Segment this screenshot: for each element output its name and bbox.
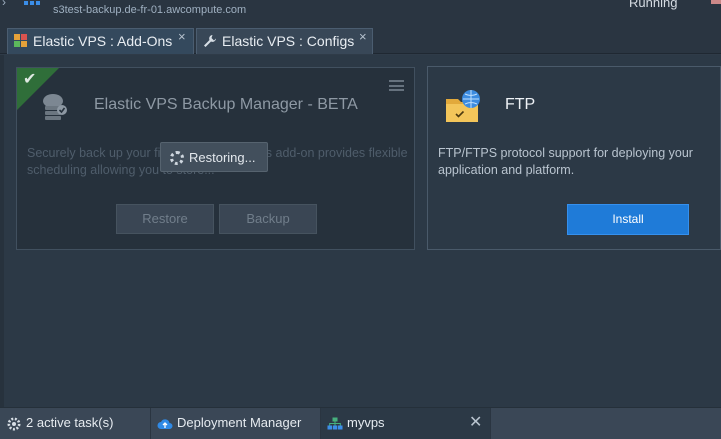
environment-header: › s3test-backup.de-fr-01.awcompute.com R… bbox=[0, 0, 721, 22]
close-environment-tab-icon[interactable]: ✕ bbox=[469, 408, 482, 438]
cloud-upload-icon bbox=[157, 419, 173, 429]
restoring-text: Restoring... bbox=[189, 150, 256, 165]
environment-myvps-tab[interactable]: myvps bbox=[321, 408, 491, 439]
tab-configs[interactable]: Elastic VPS : Configs × bbox=[196, 28, 373, 54]
tab-addons[interactable]: Elastic VPS : Add-Ons × bbox=[7, 28, 194, 54]
deployment-manager-button[interactable]: Deployment Manager bbox=[151, 408, 321, 439]
checkmark-icon: ✔ bbox=[23, 71, 37, 88]
environment-myvps-label: myvps bbox=[347, 415, 385, 430]
loading-spinner-icon bbox=[170, 151, 184, 165]
deployment-manager-label: Deployment Manager bbox=[177, 415, 302, 430]
install-ftp-button[interactable]: Install bbox=[567, 204, 689, 235]
backup-manager-title: Elastic VPS Backup Manager - BETA bbox=[94, 96, 358, 113]
tab-configs-label: Elastic VPS : Configs bbox=[222, 33, 355, 49]
gear-icon bbox=[7, 417, 21, 431]
active-tasks-label: 2 active task(s) bbox=[26, 415, 114, 430]
ftp-addon-card: FTP FTP/FTPS protocol support for deploy… bbox=[427, 66, 721, 250]
tab-configs-close-icon[interactable]: × bbox=[359, 25, 367, 49]
addons-icon bbox=[14, 34, 27, 47]
tab-addons-close-icon[interactable]: × bbox=[178, 25, 186, 49]
card-menu-icon[interactable] bbox=[389, 80, 404, 91]
ftp-description: FTP/FTPS protocol support for deploying … bbox=[438, 146, 693, 177]
bottom-taskbar: 2 active task(s) Deployment Manager myvp… bbox=[0, 407, 721, 439]
environment-topology-icon bbox=[327, 417, 343, 430]
environment-topology-icon bbox=[24, 0, 42, 7]
ftp-folder-globe-icon bbox=[446, 90, 480, 122]
tab-bar: Elastic VPS : Add-Ons × Elastic VPS : Co… bbox=[0, 22, 721, 54]
environment-status: Running bbox=[629, 0, 678, 10]
wrench-icon bbox=[204, 35, 216, 47]
ftp-title: FTP bbox=[505, 96, 536, 113]
restoring-overlay: Restoring... bbox=[160, 142, 268, 172]
restore-button[interactable]: Restore bbox=[116, 204, 214, 234]
backup-button[interactable]: Backup bbox=[219, 204, 317, 234]
tab-addons-label: Elastic VPS : Add-Ons bbox=[33, 33, 173, 49]
expand-chevron-icon[interactable]: › bbox=[2, 0, 6, 9]
environment-url[interactable]: s3test-backup.de-fr-01.awcompute.com bbox=[53, 4, 246, 16]
region-flag-icon bbox=[711, 0, 721, 4]
cloud-backup-icon bbox=[43, 94, 67, 120]
active-tasks-button[interactable]: 2 active task(s) bbox=[0, 408, 151, 439]
